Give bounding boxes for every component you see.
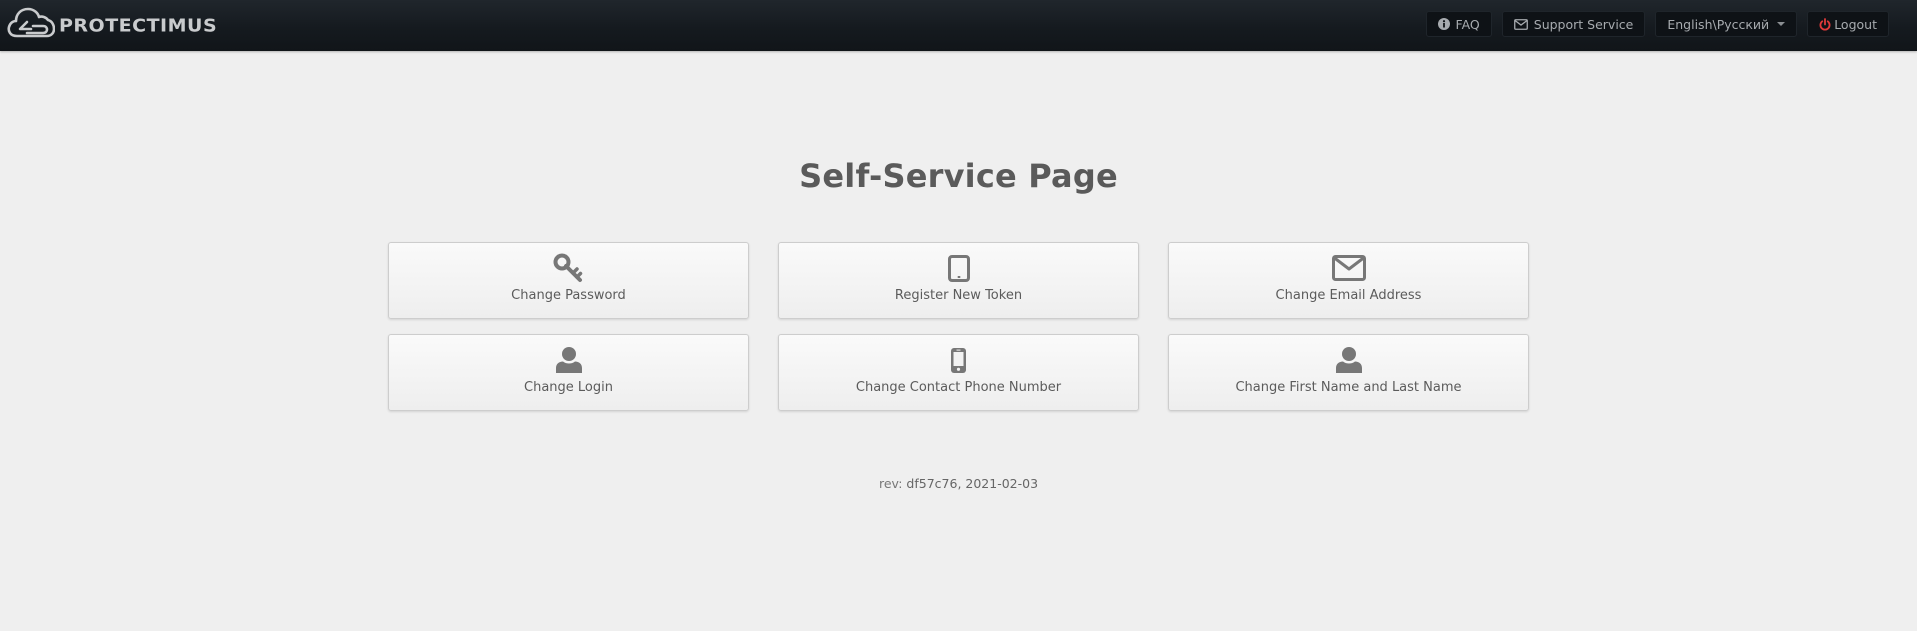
info-circle-icon: [1437, 18, 1450, 30]
cloud-logo-icon: [7, 7, 55, 38]
revision-footer: rev: df57c76, 2021-02-03: [0, 476, 1917, 491]
power-icon: [1819, 17, 1831, 31]
user-icon: [1335, 346, 1363, 374]
logout-label: Logout: [1834, 16, 1877, 32]
change-first-last-name-button[interactable]: Change First Name and Last Name: [1168, 334, 1529, 411]
language-dropdown[interactable]: English\Русский: [1655, 11, 1798, 37]
envelope-icon: [1513, 18, 1528, 30]
language-label: English\Русский: [1667, 16, 1770, 32]
support-service-label: Support Service: [1533, 16, 1634, 32]
faq-button[interactable]: FAQ: [1425, 11, 1492, 37]
register-new-token-button[interactable]: Register New Token: [778, 242, 1139, 319]
rev-value: df57c76, 2021-02-03: [906, 476, 1039, 491]
change-login-button[interactable]: Change Login: [388, 334, 749, 411]
support-service-button[interactable]: Support Service: [1501, 11, 1646, 37]
change-email-address-button[interactable]: Change Email Address: [1168, 242, 1529, 319]
page-title: Self-Service Page: [799, 157, 1118, 195]
navbar-actions: FAQ Support Service English\Русский Logo…: [1425, 11, 1889, 37]
self-service-actions-grid: Change Password Register New Token Chang…: [388, 242, 1529, 411]
brand-logo[interactable]: protectimus: [7, 5, 217, 41]
rev-label: rev:: [878, 476, 903, 491]
top-navbar: protectimus FAQ Support Service: [0, 0, 1917, 51]
change-password-button[interactable]: Change Password: [388, 242, 749, 319]
tile-label: Change Password: [511, 288, 626, 303]
brand-name: protectimus: [59, 15, 218, 37]
tile-label: Change Login: [524, 380, 613, 395]
change-contact-phone-number-button[interactable]: Change Contact Phone Number: [778, 334, 1139, 411]
user-icon: [555, 346, 583, 374]
tile-label: Register New Token: [894, 288, 1023, 303]
faq-label: FAQ: [1455, 16, 1480, 32]
mobile-phone-icon: [951, 346, 966, 374]
tile-label: Change First Name and Last Name: [1235, 380, 1462, 395]
caret-down-icon: [1777, 22, 1786, 26]
logout-button[interactable]: Logout: [1807, 11, 1889, 37]
tile-label: Change Contact Phone Number: [855, 380, 1062, 395]
tablet-icon: [947, 254, 970, 282]
envelope-icon: [1331, 254, 1366, 282]
tile-label: Change Email Address: [1275, 288, 1422, 303]
key-icon: [553, 253, 585, 282]
